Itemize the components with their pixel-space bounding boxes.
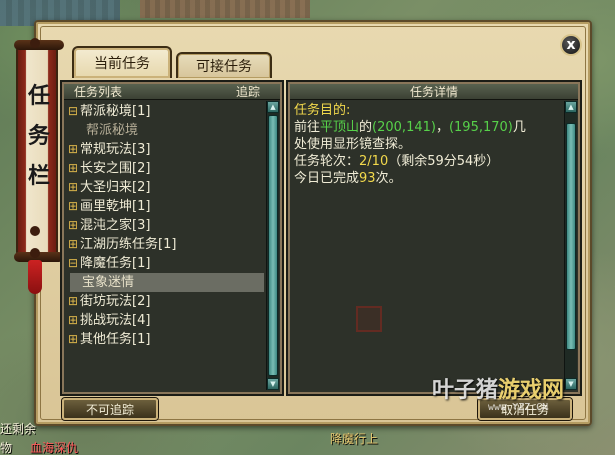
task-list-header: 任务列表 追踪	[64, 84, 280, 100]
scroll-knot	[30, 248, 40, 258]
close-button[interactable]: x	[560, 34, 582, 56]
round-value: 2/10	[359, 154, 389, 169]
task-list-scrollbar[interactable]: ▲ ▼	[266, 101, 279, 390]
task-list-heading: 任务列表	[74, 85, 123, 99]
expand-icon[interactable]: ⊞	[66, 197, 80, 216]
scroll-up-arrow-icon[interactable]: ▲	[565, 101, 577, 113]
task-group-item[interactable]: ⊞ 街坊玩法[2]	[66, 292, 264, 311]
expand-icon[interactable]: ⊞	[66, 330, 80, 349]
tab-current-tasks[interactable]: 当前任务	[72, 46, 172, 78]
task-label: 挑战玩法[4]	[80, 313, 151, 328]
task-label: 长安之围[2]	[80, 161, 151, 176]
expand-icon[interactable]: ⊞	[66, 292, 80, 311]
expand-icon[interactable]: ⊞	[66, 235, 80, 254]
scroll-down-arrow-icon[interactable]: ▼	[267, 378, 279, 390]
task-label: 混沌之家[3]	[80, 218, 151, 233]
task-bar-scroll-banner: 任 务 栏	[14, 40, 64, 262]
task-detail-header: 任务详情	[290, 84, 578, 100]
task-group-item[interactable]: ⊟ 帮派秘境[1]	[66, 102, 264, 121]
expand-icon[interactable]: ⊞	[66, 140, 80, 159]
expand-icon[interactable]: ⊞	[66, 159, 80, 178]
scroll-knot	[30, 226, 40, 236]
roof-tiles	[140, 0, 310, 18]
tab-acceptable-tasks[interactable]: 可接任务	[176, 52, 272, 78]
game-npc-label: 降魔行上	[330, 432, 379, 446]
scroll-thumb[interactable]	[268, 115, 278, 376]
task-group-item[interactable]: ⊞ 大圣归来[2]	[66, 178, 264, 197]
task-label: 宝象迷情	[82, 275, 135, 290]
site-watermark: 叶子猪游戏网	[432, 378, 565, 403]
completed-line: 今日已完成93次。	[294, 171, 402, 186]
round-line: 任务轮次：2/10（剩余59分54秒）	[294, 154, 500, 169]
task-item[interactable]: 帮派秘境	[66, 121, 264, 140]
expand-icon[interactable]: ⊞	[66, 216, 80, 235]
task-group-item[interactable]: ⊞ 江湖历练任务[1]	[66, 235, 264, 254]
red-seal-stamp	[356, 306, 382, 332]
task-label: 江湖历练任务[1]	[80, 237, 177, 252]
close-icon: x	[566, 37, 576, 53]
task-group-item[interactable]: ⊞ 画里乾坤[1]	[66, 197, 264, 216]
expand-icon[interactable]: ⊞	[66, 178, 80, 197]
scroll-knot	[30, 38, 40, 48]
completed-count: 93	[359, 171, 376, 186]
task-label: 帮派秘境	[86, 123, 139, 138]
expand-icon[interactable]: ⊞	[66, 311, 80, 330]
game-chat-text: 物	[0, 441, 13, 455]
collapse-icon[interactable]: ⊟	[66, 254, 80, 273]
task-label: 大圣归来[2]	[80, 180, 151, 195]
task-item[interactable]: 宝象迷情	[70, 273, 264, 292]
track-column-heading: 追踪	[235, 85, 260, 99]
task-group-item[interactable]: ⊞ 其他任务[1]	[66, 330, 264, 349]
tassel-decoration	[28, 260, 42, 294]
place-link[interactable]: 平顶山	[320, 120, 359, 135]
task-label: 画里乾坤[1]	[80, 199, 151, 214]
objective-label: 任务目的:	[294, 103, 351, 118]
task-list-panel: 任务列表 追踪 ⊟ 帮派秘境[1] 帮派秘境 ⊞ 常规玩法[3] ⊞ 长安之围[2] ⊞ 大圣归…	[60, 80, 284, 396]
task-detail-panel: 任务详情 墨清風 任务目的: 前往平顶山的(200,141)，(195,170)…	[286, 80, 615, 396]
task-label: 常规玩法[3]	[80, 142, 151, 157]
no-track-button[interactable]: 不可追踪	[62, 398, 158, 420]
scroll-down-arrow-icon[interactable]: ▼	[565, 378, 577, 390]
objective-line-1: 前往平顶山的(200,141)，(195,170)几	[294, 120, 526, 135]
task-group-item[interactable]: ⊟ 降魔任务[1]	[66, 254, 264, 273]
task-group-item[interactable]: ⊞ 挑战玩法[4]	[66, 311, 264, 330]
remaining-time: （剩余59分54秒）	[388, 154, 500, 169]
scroll-thumb[interactable]	[566, 123, 576, 350]
task-label: 街坊玩法[2]	[80, 294, 151, 309]
coordinate-link[interactable]: (200,141)	[372, 120, 436, 135]
task-group-item[interactable]: ⊞ 长安之围[2]	[66, 159, 264, 178]
task-label: 降魔任务[1]	[80, 256, 151, 271]
scroll-up-arrow-icon[interactable]: ▲	[267, 101, 279, 113]
window-title: 任 务 栏	[27, 83, 50, 189]
task-detail-text: 任务目的: 前往平顶山的(200,141)，(195,170)几 处使用显形镜查…	[294, 102, 558, 187]
coordinate-link[interactable]: (195,170)	[449, 120, 513, 135]
task-group-item[interactable]: ⊞ 混沌之家[3]	[66, 216, 264, 235]
game-chat-text: 还剩余	[0, 422, 37, 436]
task-label: 帮派秘境[1]	[80, 104, 151, 119]
objective-line-2: 处使用显形镜查探。	[294, 137, 412, 152]
task-group-item[interactable]: ⊞ 常规玩法[3]	[66, 140, 264, 159]
site-watermark-url: www.YZZ.CN	[488, 402, 549, 413]
game-chat-text: 血海深仇	[30, 441, 79, 455]
task-list: ⊟ 帮派秘境[1] 帮派秘境 ⊞ 常规玩法[3] ⊞ 长安之围[2] ⊞ 大圣归来[2] ⊞ 画里乾…	[66, 102, 264, 349]
task-label: 其他任务[1]	[80, 332, 151, 347]
collapse-icon[interactable]: ⊟	[66, 102, 80, 121]
task-detail-scrollbar[interactable]: ▲ ▼	[564, 101, 577, 390]
